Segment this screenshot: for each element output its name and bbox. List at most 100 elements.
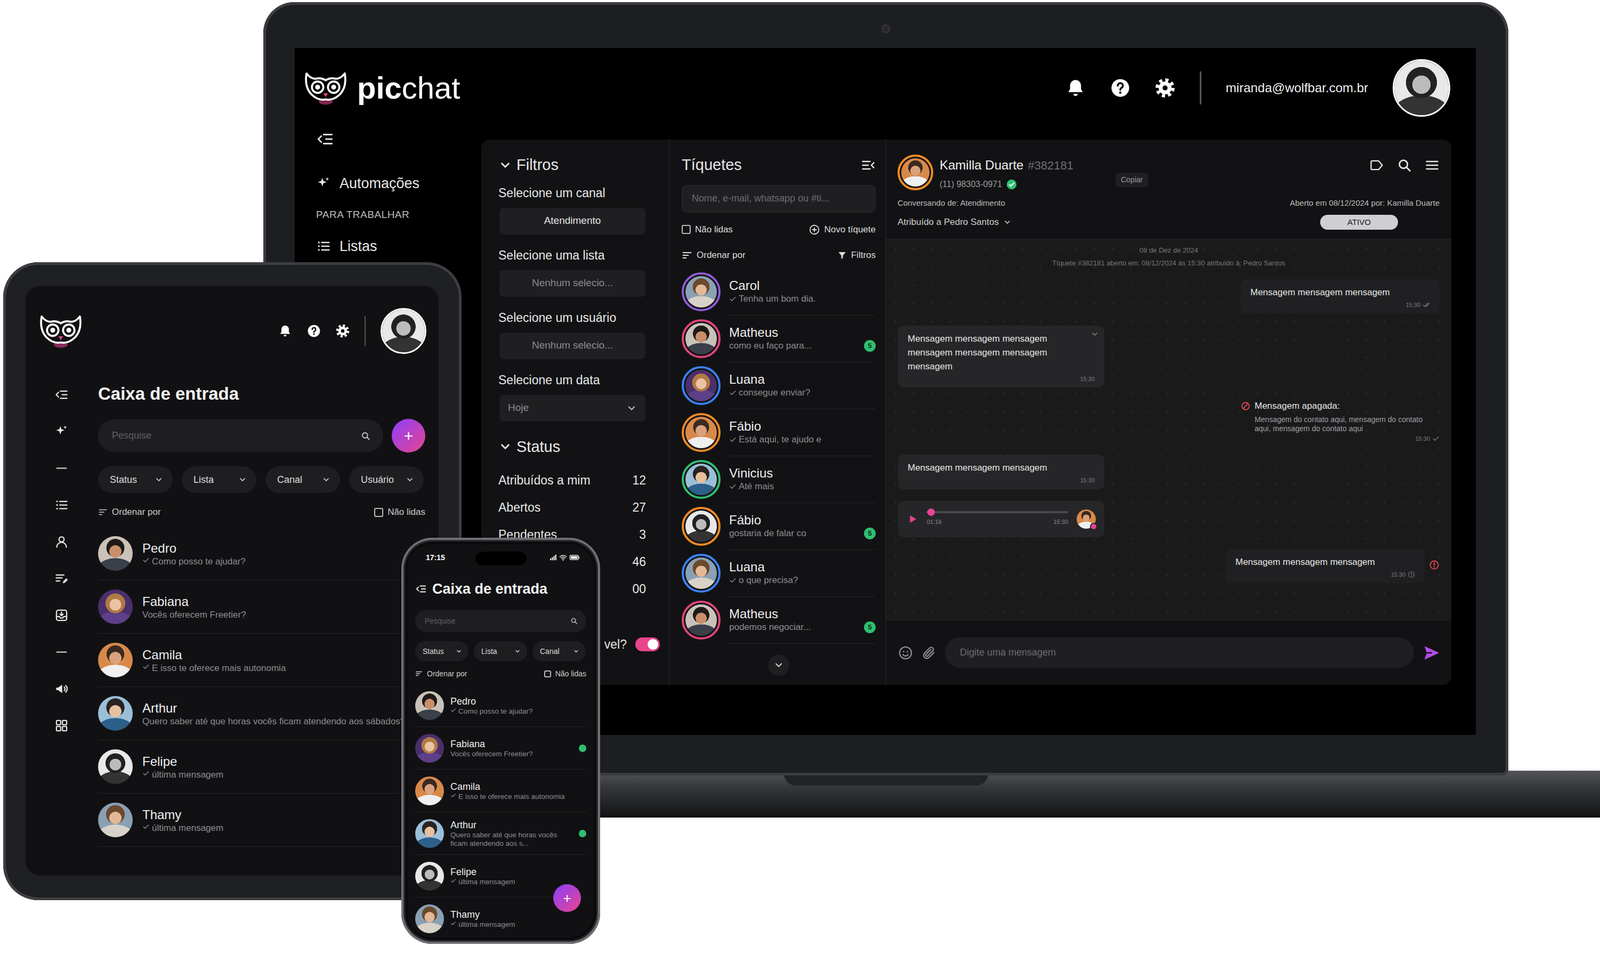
inbox-icon[interactable] [54,608,69,623]
collapse-menu-icon[interactable] [415,583,427,595]
conversation-item[interactable]: CamilaE isso te oferece mais autonomia [415,769,587,813]
message-menu-icon[interactable] [1090,329,1100,339]
sidebar-item[interactable] [25,523,98,561]
ticket-item[interactable]: Fábiogostaria de falar co5 [681,503,876,551]
owl-logo-icon[interactable] [302,70,349,106]
select-field[interactable]: Hoje [499,394,646,422]
section-label: PARA TRABALHAR [316,207,410,223]
filter-chip[interactable]: Lista [181,466,257,494]
audio-track[interactable] [926,511,1069,514]
collapse-menu-icon[interactable] [316,130,335,149]
select-field[interactable]: Nenhum selecio... [499,332,646,360]
ticket-item[interactable]: Matheuspodemos negociar...5 [681,596,876,644]
sort-button[interactable]: Ordenar por [415,668,467,680]
sidebar-item[interactable] [25,596,98,634]
conversation-item[interactable]: FabianaVocês oferecem Freetier? [98,580,426,634]
ticket-item[interactable]: Luanaconsegue enviar? [681,362,876,410]
add-button[interactable]: + [553,884,581,912]
conversation-item[interactable]: CamilaE isso te oferece mais autonomia [98,633,426,688]
sidebar-item[interactable] [25,707,98,745]
unread-checkbox[interactable] [544,670,552,678]
new-ticket-button[interactable]: Novo tíquete [808,222,876,237]
sidebar-item[interactable] [25,413,98,450]
unread-filter[interactable]: Não lidas [374,505,426,520]
conversation-item[interactable]: FabianaVocês oferecem Freetier? [415,726,587,770]
ticket-item[interactable]: ViniciusAté mais [681,456,876,504]
lists-icon[interactable] [54,497,69,513]
tag-icon[interactable] [1369,157,1385,173]
send-icon[interactable] [1422,643,1441,662]
search-field[interactable] [98,419,384,452]
owl-logo-icon[interactable] [37,313,84,349]
help-icon[interactable] [1110,77,1131,99]
sort-button[interactable]: Ordenar por [98,505,161,520]
toggle-switch[interactable] [635,637,660,652]
filter-chip[interactable]: Usuário [349,466,424,494]
select-field[interactable]: Nenhum selecio... [499,270,646,297]
ticket-item[interactable]: CarolTenha um bom dia. [681,268,876,316]
collapse-menu-icon[interactable] [54,387,69,402]
message-input[interactable] [944,637,1414,668]
emoji-icon[interactable] [898,645,913,661]
unread-filter[interactable]: Não lidas [544,668,587,680]
status-header[interactable]: Status [498,435,660,459]
conversation-item[interactable]: ArthurQuero saber até que horas vocês fi… [98,687,426,741]
help-icon[interactable] [306,324,321,338]
ticket-item[interactable]: FábioEstá aqui, te ajudo e [681,409,876,457]
sidebar-item[interactable]: Automações [316,167,482,200]
audio-scrubber[interactable] [927,508,935,516]
gear-icon[interactable] [335,324,350,338]
camera-icon [881,24,891,34]
conversation-item[interactable]: Felipeúltima mensagem [98,740,426,794]
search-field[interactable] [415,609,587,633]
collapse-panel-icon[interactable] [860,157,876,173]
user-email[interactable]: miranda@wolfbar.com.br [1225,78,1369,98]
search-input[interactable] [423,615,571,628]
unread-checkbox[interactable] [681,224,691,234]
sidebar-item[interactable]: Listas [316,230,482,263]
select-field[interactable]: Atendimento [499,207,646,235]
ticket-search[interactable] [681,184,876,213]
filter-button[interactable]: Filtros [837,248,876,263]
ticket-name: Carol [729,278,876,294]
add-button[interactable]: + [391,418,426,453]
campaigns-icon[interactable] [54,681,69,697]
filter-chip[interactable]: Status [415,641,469,662]
attach-icon[interactable] [921,645,937,661]
tasks-icon[interactable] [54,571,69,586]
status-row[interactable]: Abertos27 [498,494,660,522]
search-icon[interactable] [1396,157,1412,173]
conversation-item[interactable]: PedroComo posso te ajudar? [98,527,426,581]
conversation-item[interactable]: ArthurQuero saber até que horas vocês fi… [415,812,587,855]
sidebar-item[interactable] [25,670,98,708]
sidebar-item[interactable] [25,560,98,597]
unread-checkbox[interactable] [374,507,384,517]
brand-logo[interactable]: picchat [302,70,460,106]
bell-icon[interactable] [1065,77,1086,99]
conversation-item[interactable]: PedroComo posso te ajudar? [415,684,587,727]
copy-button[interactable]: Copiar [1115,172,1149,188]
unread-filter[interactable]: Não lidas [681,222,733,237]
filter-chip[interactable]: Canal [265,466,341,494]
conversation-item[interactable]: Thamyúltima mensagem [98,793,426,847]
contacts-icon[interactable] [54,534,69,549]
play-icon[interactable] [906,513,919,525]
assignee-dropdown[interactable]: Atribuído a Pedro Santos [897,215,1012,230]
sort-button[interactable]: Ordenar por [681,248,746,263]
load-more-button[interactable] [768,654,790,676]
filter-chip[interactable]: Lista [473,641,528,662]
search-input[interactable] [110,427,361,444]
sidebar-item[interactable] [25,486,98,524]
filter-chip[interactable]: Canal [532,641,586,662]
gear-icon[interactable] [1154,77,1176,99]
filter-chip[interactable]: Status [98,466,173,494]
bell-icon[interactable] [278,324,293,338]
automations-icon[interactable] [54,424,69,439]
menu-icon[interactable] [1424,157,1440,173]
status-row[interactable]: Atribuídos a mim12 [498,466,660,495]
filters-header[interactable]: Filtros [498,153,660,177]
ticket-item[interactable]: Matheuscomo eu faço para...5 [681,315,876,363]
ticket-item[interactable]: Luanao que precisa? [681,550,876,597]
dashboard-icon[interactable] [54,718,69,733]
sidebar-item[interactable] [25,376,98,414]
